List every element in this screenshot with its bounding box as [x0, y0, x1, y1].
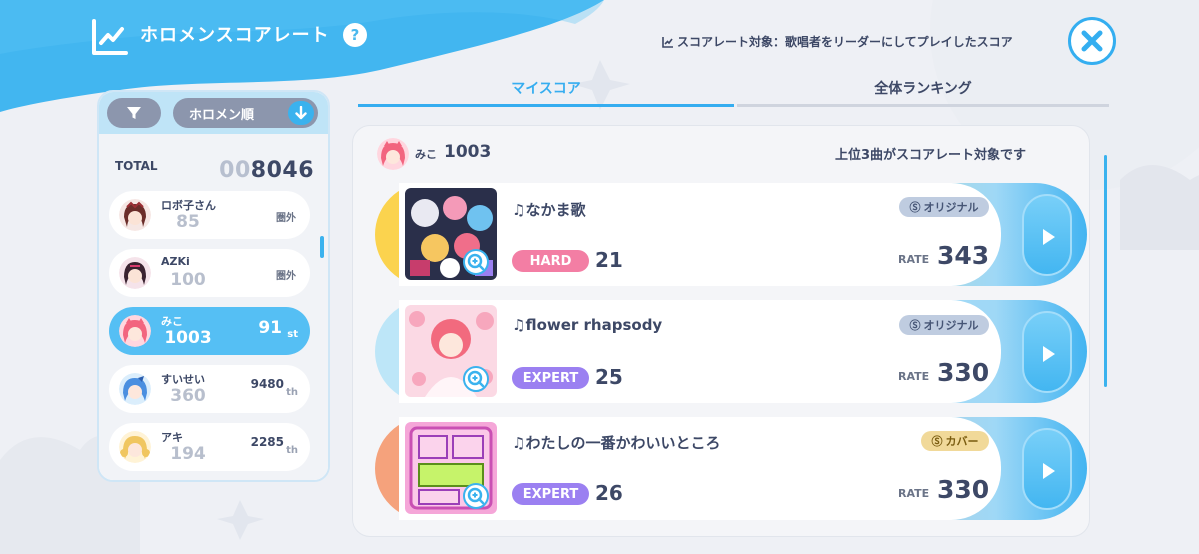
member-rank: 圏外: [276, 213, 296, 224]
tab-my-score[interactable]: マイスコア: [358, 78, 734, 100]
jacket-zoom-button[interactable]: [463, 249, 489, 275]
rate-value: 330: [937, 358, 990, 387]
total-score-row: TOTAL 008046: [99, 139, 328, 183]
play-icon: [1043, 229, 1055, 245]
rate-value: 343: [937, 241, 990, 270]
original-icon: Ⓢ: [909, 201, 921, 214]
member-list-panel: ホロメン順 TOTAL 008046 ロボ子さん 85 圏外 AZKi 100 …: [97, 90, 330, 482]
song-title: ♫flower rhapsody: [512, 316, 663, 334]
tab-ranking[interactable]: 全体ランキング: [737, 78, 1109, 100]
jacket-zoom-button[interactable]: [463, 366, 489, 392]
member-rank: 圏外: [276, 271, 296, 282]
member-name: すいせい: [161, 373, 205, 386]
avatar: [119, 199, 151, 231]
difficulty-level: 26: [595, 481, 623, 505]
score-list-scrollbar[interactable]: [1104, 155, 1107, 387]
member-name: みこ: [161, 315, 183, 328]
total-label: TOTAL: [115, 159, 158, 173]
close-icon: [1081, 30, 1103, 52]
original-icon: Ⓢ: [909, 319, 921, 332]
play-icon: [1043, 463, 1055, 479]
member-score: 100: [170, 270, 206, 290]
avatar: [119, 315, 151, 347]
member-score: 360: [170, 386, 206, 406]
tab-ranking-underline: [737, 104, 1109, 107]
zoom-icon: [467, 370, 485, 388]
sort-label: ホロメン順: [189, 107, 255, 123]
rate-label: RATE: [898, 370, 930, 383]
filter-icon: [127, 107, 141, 119]
page-title: ホロメンスコアレート: [140, 25, 330, 46]
avatar: [119, 431, 151, 463]
difficulty-badge: EXPERT: [512, 483, 589, 505]
difficulty-badge: HARD: [512, 250, 589, 272]
play-button[interactable]: [1022, 311, 1072, 393]
difficulty-level: 21: [595, 248, 623, 272]
member-list-scrollbar[interactable]: [320, 236, 324, 258]
play-button[interactable]: [1022, 194, 1072, 276]
rate-value: 330: [937, 475, 990, 504]
tab-my-score-underline: [358, 104, 734, 107]
member-item-suisei[interactable]: すいせい 360 9480 th: [109, 365, 310, 413]
member-name: アキ: [161, 431, 183, 444]
member-rank-number: 91: [258, 318, 282, 338]
difficulty-badge: EXPERT: [512, 367, 589, 389]
score-chart-icon: [92, 19, 128, 55]
member-score: 1003: [164, 328, 212, 348]
filter-button[interactable]: [107, 98, 161, 128]
member-score: 194: [170, 444, 206, 464]
member-rank-number: 2285: [250, 435, 284, 449]
sort-direction-icon[interactable]: [288, 101, 314, 125]
song-tag: Ⓢ カバー: [921, 431, 989, 451]
member-name: ロボ子さん: [161, 199, 216, 212]
cover-icon: Ⓢ: [931, 435, 943, 448]
avatar: [377, 138, 409, 170]
zoom-icon: [467, 253, 485, 271]
avatar: [119, 373, 151, 405]
member-rank-suffix: th: [286, 387, 298, 398]
member-rank-number: 9480: [250, 377, 284, 391]
avatar: [119, 257, 151, 289]
music-note-icon: ♫: [512, 434, 526, 452]
member-rank-suffix: st: [287, 329, 298, 340]
score-rate-note: 上位3曲がスコアレート対象です: [835, 148, 1027, 163]
chart-mini-icon: [662, 36, 673, 48]
selected-member-score: 1003: [444, 142, 492, 162]
song-title: ♫なかま歌: [512, 201, 586, 219]
music-note-icon: ♫: [512, 201, 526, 219]
difficulty-level: 25: [595, 365, 623, 389]
zoom-icon: [467, 487, 485, 505]
music-note-icon: ♫: [512, 316, 526, 334]
rate-label: RATE: [898, 253, 930, 266]
sort-button[interactable]: ホロメン順: [173, 98, 318, 128]
target-info-text: スコアレート対象：歌唱者をリーダーにしてプレイしたスコア: [677, 35, 1013, 49]
member-list-body: TOTAL 008046 ロボ子さん 85 圏外 AZKi 100 圏外 みこ …: [99, 134, 328, 480]
help-icon[interactable]: ?: [343, 23, 367, 47]
song-tag: Ⓢ オリジナル: [899, 315, 989, 335]
play-icon: [1043, 346, 1055, 362]
score-rate-target-info: スコアレート対象：歌唱者をリーダーにしてプレイしたスコア: [662, 33, 1013, 50]
member-name: AZKi: [161, 255, 190, 268]
play-button[interactable]: [1022, 428, 1072, 510]
member-score: 85: [176, 212, 200, 232]
member-rank-suffix: th: [286, 445, 298, 456]
jacket-zoom-button[interactable]: [463, 483, 489, 509]
song-title: ♫わたしの一番かわいいところ: [512, 434, 721, 452]
member-item-azki[interactable]: AZKi 100 圏外: [109, 249, 310, 297]
close-button[interactable]: [1068, 17, 1116, 65]
selected-member-name: みこ: [415, 148, 437, 161]
rate-label: RATE: [898, 487, 930, 500]
song-tag: Ⓢ オリジナル: [899, 197, 989, 217]
member-item-roboco[interactable]: ロボ子さん 85 圏外: [109, 191, 310, 239]
total-value: 008046: [219, 158, 314, 183]
member-item-miko[interactable]: みこ 1003 91 st: [109, 307, 310, 355]
member-item-aki[interactable]: アキ 194 2285 th: [109, 423, 310, 471]
list-toolbar: ホロメン順: [99, 92, 328, 134]
